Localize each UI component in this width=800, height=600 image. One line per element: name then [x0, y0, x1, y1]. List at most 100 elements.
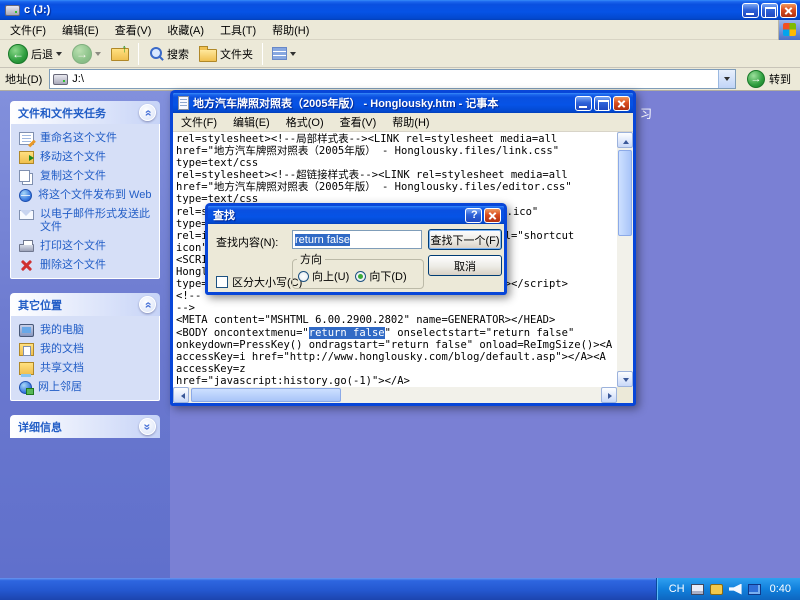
- go-button[interactable]: 转到: [741, 70, 797, 88]
- radio-checked-icon: [355, 271, 366, 282]
- notepad-line: href="地方汽车牌照对照表（2005年版） - Honglousky.fil…: [176, 181, 617, 193]
- volume-icon[interactable]: [729, 584, 742, 595]
- task-move-file[interactable]: 移动这个文件: [19, 151, 154, 164]
- chevron-up-icon[interactable]: [139, 296, 156, 313]
- menu-tools[interactable]: 工具(T): [212, 19, 264, 41]
- notepad-line: <META content="MSHTML 6.00.2900.2802" na…: [176, 314, 617, 326]
- task-copy-file[interactable]: 复制这个文件: [19, 170, 154, 183]
- go-label: 转到: [769, 71, 791, 87]
- direction-group: 方向 向上(U) 向下(D): [292, 251, 424, 289]
- notepad-line: type=text/css: [176, 157, 617, 169]
- address-input[interactable]: J:\: [49, 69, 736, 89]
- task-delete-file[interactable]: 删除这个文件: [19, 259, 154, 272]
- vertical-scroll-thumb[interactable]: [618, 150, 632, 236]
- file-tasks-header[interactable]: 文件和文件夹任务: [10, 101, 160, 124]
- address-dropdown-button[interactable]: [718, 70, 735, 88]
- task-label: 删除这个文件: [40, 259, 106, 272]
- np-menu-edit[interactable]: 编辑(E): [225, 111, 278, 133]
- np-menu-help[interactable]: 帮助(H): [384, 111, 437, 133]
- shared-documents-icon: [19, 362, 34, 375]
- menu-favorites[interactable]: 收藏(A): [159, 19, 212, 41]
- place-my-computer[interactable]: 我的电脑: [19, 324, 154, 337]
- task-email-file[interactable]: 以电子邮件形式发送此文件: [19, 208, 154, 234]
- search-button[interactable]: 搜索: [144, 41, 193, 67]
- place-label: 网上邻居: [38, 381, 82, 394]
- chevron-down-icon[interactable]: [139, 418, 156, 435]
- network-icon[interactable]: [748, 584, 761, 595]
- cancel-button[interactable]: 取消: [428, 255, 502, 276]
- my-computer-icon: [19, 324, 34, 337]
- window-controls: [575, 96, 630, 111]
- explorer-titlebar[interactable]: c (J:): [0, 0, 800, 20]
- panel-title: 详细信息: [18, 419, 62, 435]
- forward-dropdown-caret[interactable]: [95, 52, 101, 59]
- task-pane: 文件和文件夹任务 重命名这个文件 移动这个文件: [0, 91, 170, 578]
- language-indicator[interactable]: CH: [669, 583, 685, 595]
- match-case-checkbox[interactable]: 区分大小写(C): [216, 274, 302, 290]
- other-places-header[interactable]: 其它位置: [10, 293, 160, 316]
- np-menu-format[interactable]: 格式(O): [278, 111, 332, 133]
- direction-down-radio[interactable]: 向下(D): [355, 268, 406, 284]
- drive-icon: [5, 5, 20, 16]
- menu-view[interactable]: 查看(V): [107, 19, 160, 41]
- task-label: 打印这个文件: [40, 240, 106, 253]
- menu-file[interactable]: 文件(F): [2, 19, 54, 41]
- task-publish-file[interactable]: 将这个文件发布到 Web: [19, 189, 154, 202]
- forward-button[interactable]: [68, 41, 105, 67]
- find-what-input[interactable]: return false: [292, 230, 422, 249]
- place-network[interactable]: 网上邻居: [19, 381, 154, 394]
- scroll-left-button[interactable]: [173, 387, 189, 403]
- notepad-line: rel=stylesheet><!--超链接样式表--><LINK rel=st…: [176, 169, 617, 181]
- maximize-button[interactable]: [761, 3, 778, 18]
- notepad-close-button[interactable]: [613, 96, 630, 111]
- checkbox-icon: [216, 276, 228, 288]
- notepad-menubar: 文件(F) 编辑(E) 格式(O) 查看(V) 帮助(H): [173, 113, 633, 132]
- menu-help[interactable]: 帮助(H): [264, 19, 317, 41]
- minimize-button[interactable]: [742, 3, 759, 18]
- drive-icon: [53, 74, 68, 85]
- np-menu-view[interactable]: 查看(V): [332, 111, 385, 133]
- menu-edit[interactable]: 编辑(E): [54, 19, 107, 41]
- delete-icon: [19, 259, 34, 272]
- notepad-line: onkeydown=PressKey() ondragstart="return…: [176, 339, 617, 351]
- views-button[interactable]: [268, 41, 300, 67]
- scrollbar-corner: [617, 387, 633, 403]
- desktop: c (J:) 文件(F) 编辑(E) 查看(V) 收藏(A) 工具(T) 帮助(…: [0, 0, 800, 600]
- find-close-button[interactable]: [484, 208, 501, 223]
- task-print-file[interactable]: 打印这个文件: [19, 240, 154, 253]
- direction-up-radio[interactable]: 向上(U): [298, 268, 349, 284]
- ime-pen-icon[interactable]: [710, 584, 723, 595]
- chevron-up-icon[interactable]: [139, 104, 156, 121]
- details-header[interactable]: 详细信息: [10, 415, 160, 438]
- notepad-maximize-button[interactable]: [594, 96, 611, 111]
- find-what-value: return false: [295, 234, 350, 246]
- keyboard-icon[interactable]: [691, 584, 704, 595]
- place-my-documents[interactable]: 我的文档: [19, 343, 154, 356]
- scroll-right-button[interactable]: [601, 387, 617, 403]
- window-controls: [742, 3, 797, 18]
- horizontal-scrollbar[interactable]: [173, 387, 617, 403]
- folders-icon: [199, 49, 217, 62]
- scroll-up-button[interactable]: [617, 132, 633, 148]
- up-button[interactable]: [107, 41, 133, 67]
- horizontal-scroll-thumb[interactable]: [191, 388, 341, 402]
- printer-icon: [19, 244, 34, 252]
- back-button[interactable]: 后退: [4, 41, 66, 67]
- folders-button[interactable]: 文件夹: [195, 41, 257, 67]
- find-dialog-titlebar[interactable]: 查找: [208, 206, 504, 224]
- help-button[interactable]: [465, 208, 482, 223]
- place-shared-documents[interactable]: 共享文档: [19, 362, 154, 375]
- scroll-down-button[interactable]: [617, 371, 633, 387]
- notepad-minimize-button[interactable]: [575, 96, 592, 111]
- chevron-down-icon: [724, 77, 730, 84]
- explorer-toolbar: 后退 搜索 文件夹: [0, 40, 800, 68]
- np-menu-file[interactable]: 文件(F): [173, 111, 225, 133]
- vertical-scrollbar[interactable]: [617, 132, 633, 387]
- task-rename-file[interactable]: 重命名这个文件: [19, 132, 154, 145]
- place-label: 我的文档: [40, 343, 84, 356]
- back-dropdown-caret[interactable]: [56, 52, 62, 59]
- notepad-titlebar[interactable]: 地方汽车牌照对照表（2005年版） - Honglousky.htm - 记事本: [173, 93, 633, 113]
- find-next-button[interactable]: 查找下一个(F): [428, 229, 502, 250]
- back-label: 后退: [31, 46, 53, 62]
- close-button[interactable]: [780, 3, 797, 18]
